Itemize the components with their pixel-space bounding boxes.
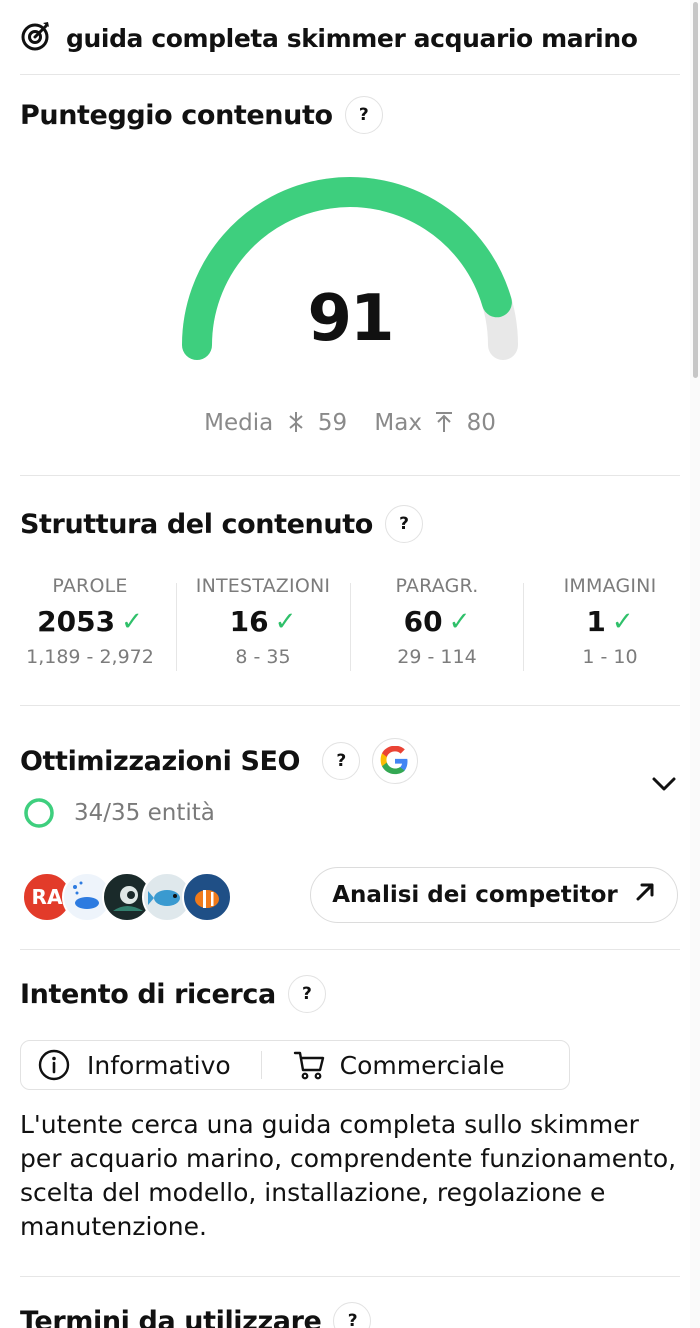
metric-words: PAROLE 2053 ✓ 1,189 - 2,972	[26, 575, 154, 668]
max-stat: Max 80	[374, 410, 496, 436]
entities-progress: 34/35 entità	[22, 796, 215, 830]
page-title: guida completa skimmer acquario marino	[66, 23, 638, 53]
metric-images: IMMAGINI 1 ✓ 1 - 10	[563, 575, 657, 668]
competitor-analysis-button[interactable]: Analisi dei competitor	[310, 867, 678, 923]
score-stats: Media 59 Max 80	[0, 410, 690, 436]
seo-section-title: Ottimizzazioni SEO ?	[20, 738, 419, 784]
check-icon: ✓	[121, 606, 143, 637]
intent-section-title: Intento di ricerca ?	[20, 975, 326, 1013]
divider	[20, 74, 680, 75]
structure-metrics: PAROLE 2053 ✓ 1,189 - 2,972 INTESTAZIONI …	[0, 575, 690, 685]
scrollbar[interactable]	[690, 0, 700, 1328]
content-panel: guida completa skimmer acquario marino P…	[0, 0, 690, 1328]
check-icon: ✓	[611, 606, 634, 637]
divider	[20, 475, 680, 476]
competitor-avatar[interactable]	[182, 872, 232, 922]
score-section-title: Punteggio contenuto ?	[20, 96, 383, 134]
terms-section-title: Termini da utilizzare ?	[20, 1302, 372, 1328]
chevron-down-icon[interactable]	[650, 770, 678, 802]
help-button[interactable]: ?	[322, 742, 361, 780]
target-icon	[20, 20, 52, 56]
intent-description: L'utente cerca una guida completa sullo …	[20, 1110, 677, 1241]
info-icon	[38, 1049, 70, 1081]
scrollbar-thumb[interactable]	[693, 2, 698, 378]
divider	[20, 1276, 680, 1277]
help-button[interactable]: ?	[384, 505, 423, 543]
structure-section-title: Struttura del contenuto ?	[20, 505, 423, 543]
intent-commercial: Commerciale	[292, 1048, 505, 1082]
divider	[20, 705, 680, 706]
header: guida completa skimmer acquario marino	[20, 18, 638, 58]
help-button[interactable]: ?	[333, 1302, 372, 1328]
intent-tags: Informativo Commerciale	[20, 1040, 570, 1090]
entities-ring	[24, 798, 54, 828]
score-value: 91	[307, 282, 394, 356]
intent-informational: Informativo	[37, 1048, 231, 1082]
help-button[interactable]: ?	[344, 96, 383, 134]
metric-headings: INTESTAZIONI 16 ✓ 8 - 35	[195, 575, 331, 668]
metric-paragraphs: PARAGR. 60 ✓ 29 - 114	[395, 575, 479, 668]
entities-ring-fill	[24, 798, 54, 828]
google-icon	[372, 738, 419, 784]
divider	[20, 949, 680, 950]
help-button[interactable]: ?	[287, 975, 326, 1013]
max-icon	[433, 410, 462, 436]
check-icon: ✓	[274, 606, 297, 637]
check-icon: ✓	[448, 606, 471, 637]
arrow-up-right-icon	[634, 881, 656, 909]
cart-icon	[293, 1051, 324, 1080]
divider	[260, 1051, 262, 1079]
average-icon	[285, 410, 314, 436]
average-stat: Media 59	[204, 410, 348, 436]
